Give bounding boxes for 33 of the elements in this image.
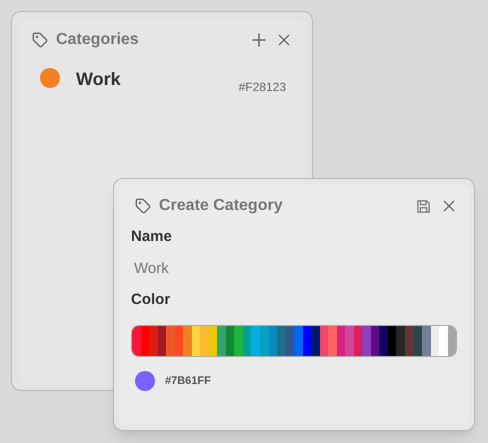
- color-code: #F28123: [238, 79, 286, 96]
- color-label: Color: [131, 290, 172, 310]
- color-swatch[interactable]: [200, 326, 209, 356]
- color-swatch[interactable]: [251, 326, 260, 356]
- color-swatch[interactable]: [149, 326, 158, 356]
- color-swatch[interactable]: [277, 326, 286, 356]
- tag-icon: [135, 198, 151, 214]
- chosen-color-code: #7B61FF: [165, 374, 211, 389]
- color-swatch[interactable]: [345, 326, 354, 356]
- color-swatch[interactable]: [405, 326, 414, 356]
- color-swatch[interactable]: [328, 326, 337, 356]
- panel-title: Categories: [56, 30, 139, 50]
- color-swatch[interactable]: [294, 326, 303, 356]
- dialog-title: Create Category: [159, 196, 283, 216]
- category-name[interactable]: Work: [76, 66, 121, 93]
- save-button[interactable]: [416, 198, 431, 214]
- color-swatch[interactable]: [183, 326, 192, 356]
- close-button[interactable]: [276, 32, 292, 48]
- name-field[interactable]: Work: [131, 254, 457, 282]
- name-label: Name: [131, 227, 173, 247]
- add-button[interactable]: [250, 31, 268, 49]
- color-swatch[interactable]: [379, 326, 388, 356]
- color-swatch[interactable]: [217, 326, 226, 356]
- color-swatch[interactable]: [422, 326, 431, 356]
- color-swatch[interactable]: [311, 326, 320, 356]
- color-swatch[interactable]: [396, 326, 405, 356]
- tag-icon: [32, 32, 48, 48]
- color-swatch[interactable]: [166, 326, 175, 356]
- color-swatch[interactable]: [362, 326, 371, 356]
- color-swatch[interactable]: [132, 326, 141, 356]
- color-swatch[interactable]: [234, 326, 243, 356]
- close-button[interactable]: [441, 198, 457, 214]
- color-swatch[interactable]: [439, 326, 448, 356]
